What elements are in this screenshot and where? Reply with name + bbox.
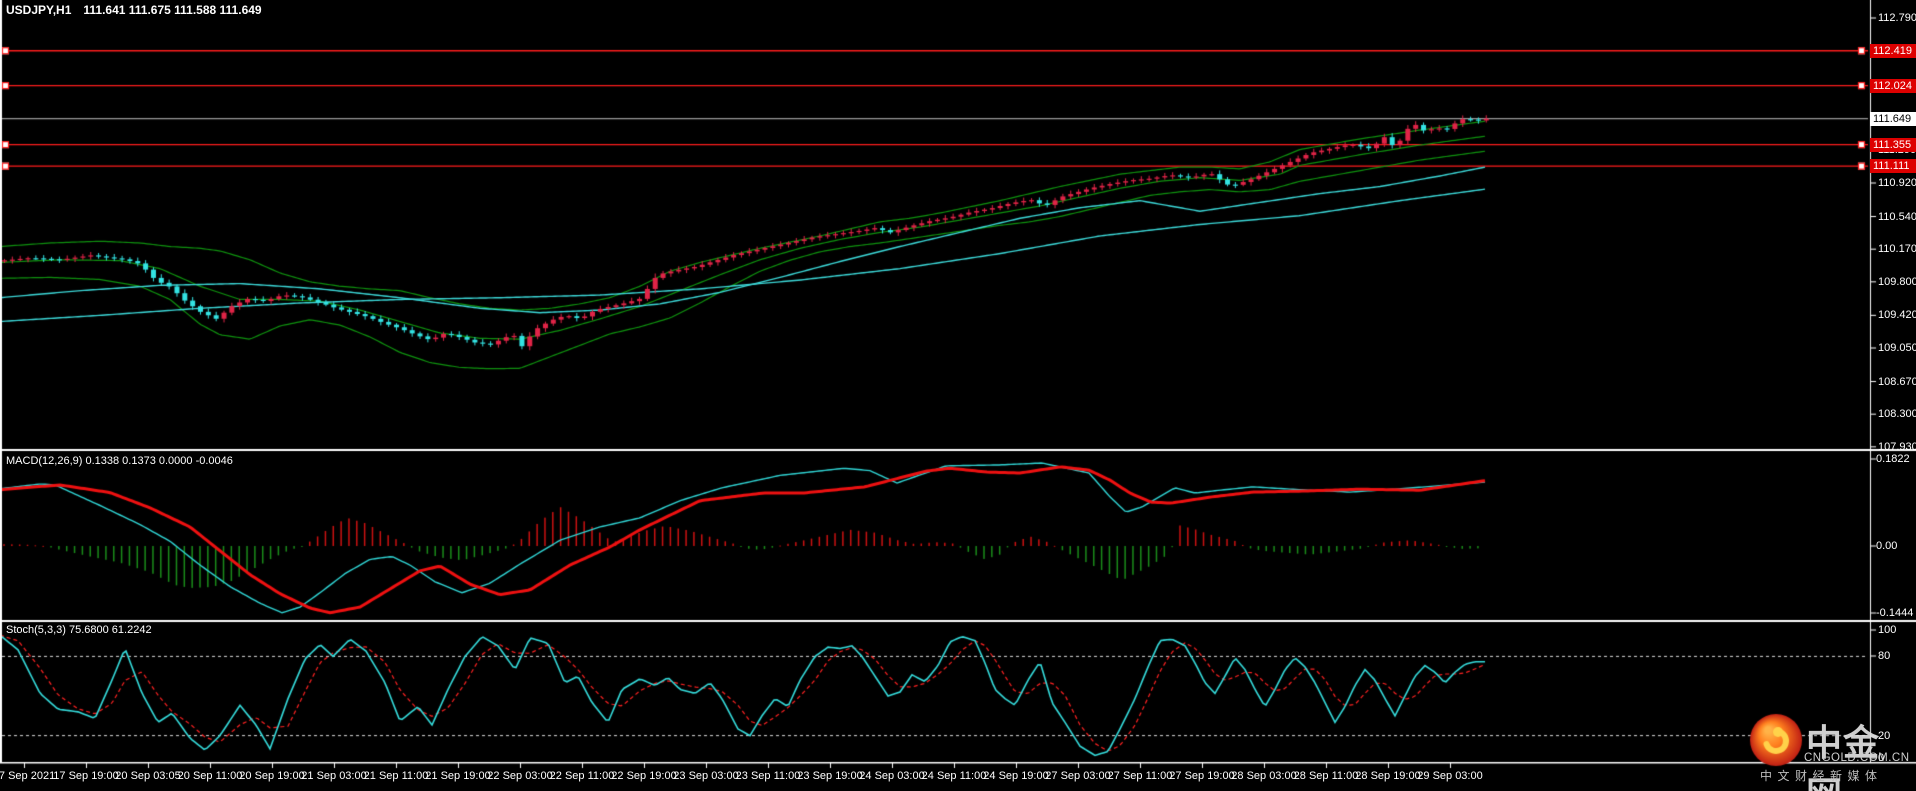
chart-canvas[interactable] [0, 0, 1916, 791]
trading-chart-window: USDJPY,H1 111.641 111.675 111.588 111.649… [0, 0, 1916, 791]
